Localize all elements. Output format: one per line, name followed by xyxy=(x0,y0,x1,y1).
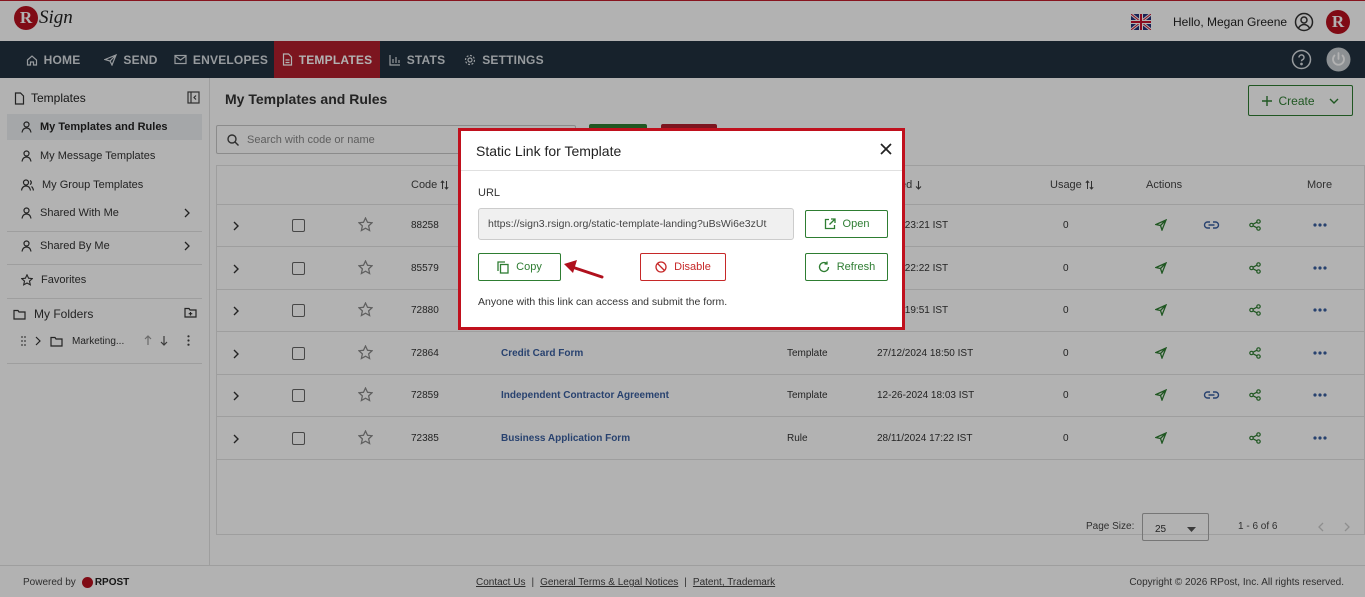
open-button[interactable]: Open xyxy=(805,210,888,238)
refresh-button[interactable]: Refresh xyxy=(805,253,888,281)
copy-label: Copy xyxy=(516,261,542,273)
open-label: Open xyxy=(842,218,870,230)
close-icon[interactable] xyxy=(880,143,892,155)
modal-title: Static Link for Template xyxy=(476,142,622,159)
disable-button[interactable]: Disable xyxy=(640,253,726,281)
copy-icon xyxy=(497,260,509,274)
url-field[interactable]: https://sign3.rsign.org/static-template-… xyxy=(478,208,794,240)
ban-icon xyxy=(655,261,667,273)
disable-label: Disable xyxy=(674,261,711,273)
copy-button[interactable]: Copy xyxy=(478,253,561,281)
url-label: URL xyxy=(478,187,501,199)
access-note: Anyone with this link can access and sub… xyxy=(478,296,728,308)
annotation-arrow-icon xyxy=(560,256,606,282)
refresh-label: Refresh xyxy=(836,261,876,273)
external-link-icon xyxy=(824,218,836,230)
static-link-modal: Static Link for Template URL https://sig… xyxy=(458,128,905,330)
modal-header: Static Link for Template xyxy=(461,131,902,171)
refresh-icon xyxy=(818,261,829,273)
